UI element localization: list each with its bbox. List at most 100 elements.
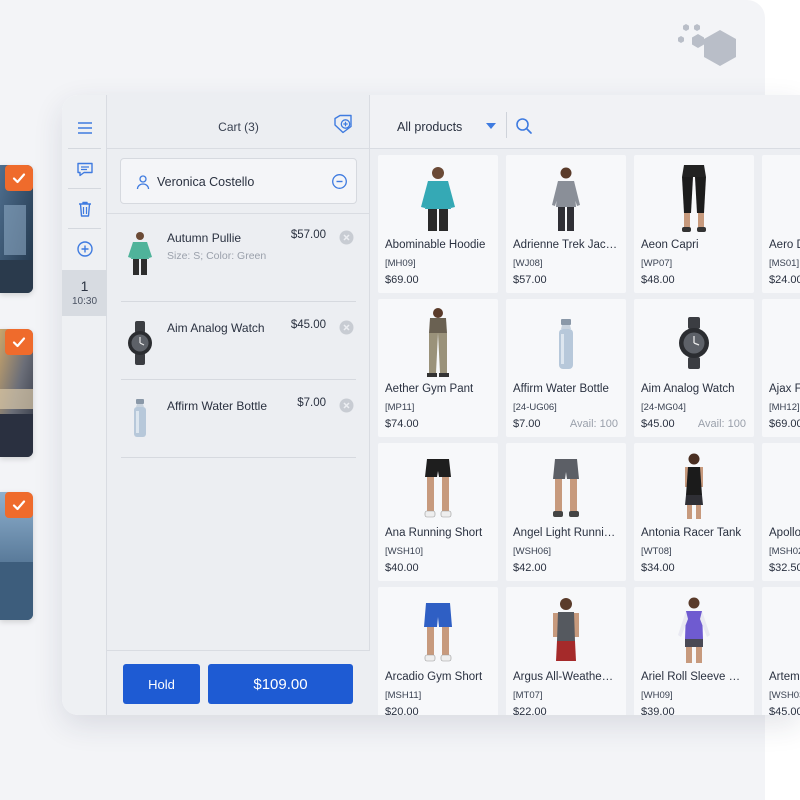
product-catalog: All products Abominable Hoodie [MH09] $6…: [370, 95, 800, 715]
photo-thumbnail[interactable]: [0, 329, 33, 457]
product-card[interactable]: Ariel Roll Sleeve … [WH09] $39.00: [634, 587, 754, 715]
chat-bubble-icon: [76, 162, 93, 177]
product-card[interactable]: Ana Running Short [WSH10] $40.00: [378, 443, 498, 581]
hamburger-menu-icon: [77, 122, 92, 134]
product-name: Arcadio Gym Short: [385, 671, 483, 683]
marketing-stage: 1 10:30 Cart (3) Veronica Costello Autum…: [0, 0, 800, 800]
product-name: Affirm Water Bottle: [513, 383, 609, 395]
checkout-total-button[interactable]: $109.00: [208, 664, 353, 704]
product-card[interactable]: Antonia Racer Tank [WT08] $34.00: [634, 443, 754, 581]
product-card[interactable]: Aeon Capri [WP07] $48.00: [634, 155, 754, 293]
product-name: Antonia Racer Tank: [641, 527, 742, 539]
cart-header: Cart (3): [107, 95, 370, 149]
product-price: $45.00: [641, 418, 675, 430]
product-price: $20.00: [385, 706, 419, 715]
cart-line-item[interactable]: Aim Analog Watch $45.00: [121, 319, 356, 365]
product-price: $74.00: [385, 418, 419, 430]
background-panel-bottom: [72, 700, 765, 800]
product-price: $48.00: [641, 274, 675, 286]
rail-divider: [68, 228, 101, 229]
product-name: Abominable Hoodie: [385, 239, 486, 251]
product-price: $45.00: [769, 706, 800, 715]
product-card[interactable]: Arcadio Gym Short [MSH11] $20.00: [378, 587, 498, 715]
product-name: Ana Running Short: [385, 527, 483, 539]
product-price: $40.00: [385, 562, 419, 574]
product-price: $22.00: [513, 706, 547, 715]
remove-item-icon[interactable]: [339, 320, 354, 335]
customer-name: Veronica Costello: [157, 175, 255, 189]
product-price: $32.50: [769, 562, 800, 574]
product-card[interactable]: Abominable Hoodie [MH09] $69.00: [378, 155, 498, 293]
cart-line-item[interactable]: Affirm Water Bottle $7.00: [121, 397, 356, 447]
product-name: Ajax F: [769, 383, 800, 395]
product-card[interactable]: Ajax F [MH12] $69.00: [762, 299, 800, 437]
left-rail: 1 10:30: [62, 95, 107, 715]
product-name: Ariel Roll Sleeve …: [641, 671, 741, 683]
product-name: Aero D: [769, 239, 800, 251]
product-price: $7.00: [513, 418, 541, 430]
product-card[interactable]: Aether Gym Pant [MP11] $74.00: [378, 299, 498, 437]
customer-selector[interactable]: Veronica Costello: [120, 158, 357, 204]
remove-customer-icon[interactable]: [331, 173, 348, 190]
pullover-product-icon: [128, 232, 152, 275]
cart-item-name: Autumn Pullie: [167, 231, 242, 245]
cart-ticket-tab[interactable]: 1 10:30: [62, 270, 107, 316]
product-name: Adrienne Trek Jac…: [513, 239, 618, 251]
discount-tag-icon[interactable]: [332, 113, 354, 135]
search-icon[interactable]: [515, 117, 533, 135]
product-sku: [MT07]: [513, 690, 543, 701]
shorts-product-icon: [424, 603, 452, 662]
product-card[interactable]: Affirm Water Bottle [24-UG06] $7.00 Avai…: [506, 299, 626, 437]
add-cart-button[interactable]: [62, 230, 107, 268]
menu-button[interactable]: [62, 109, 107, 147]
item-divider: [121, 379, 356, 380]
item-divider: [121, 301, 356, 302]
product-price: $57.00: [513, 274, 547, 286]
photo-thumbnail[interactable]: [0, 165, 33, 293]
catalog-header: All products: [370, 95, 800, 149]
product-price: $69.00: [385, 274, 419, 286]
product-sku: [WSH03]: [769, 690, 800, 701]
product-sku: [WT08]: [641, 546, 672, 557]
caret-down-icon[interactable]: [485, 122, 497, 130]
product-name: Angel Light Runni…: [513, 527, 616, 539]
product-price: $34.00: [641, 562, 675, 574]
product-availability: Avail: 100: [697, 418, 746, 430]
remove-item-icon[interactable]: [339, 398, 354, 413]
pos-app-window: 1 10:30 Cart (3) Veronica Costello Autum…: [62, 95, 800, 715]
product-sku: [MSH02]: [769, 546, 800, 557]
remove-item-icon[interactable]: [339, 230, 354, 245]
product-card[interactable]: Angel Light Runni… [WSH06] $42.00: [506, 443, 626, 581]
hold-button[interactable]: Hold: [123, 664, 200, 704]
trash-icon: [78, 201, 91, 217]
product-card[interactable]: Aim Analog Watch [24-MG04] $45.00 Avail:…: [634, 299, 754, 437]
product-card[interactable]: Argus All-Weathe… [MT07] $22.00: [506, 587, 626, 715]
note-button[interactable]: [62, 150, 107, 188]
product-name: Apollo: [769, 527, 800, 539]
product-sku: [MS01]: [769, 258, 800, 269]
product-sku: [WJ08]: [513, 258, 543, 269]
product-sku: [WSH06]: [513, 546, 552, 557]
product-sku: [24-UG06]: [513, 402, 557, 413]
photo-thumbnail[interactable]: [0, 492, 33, 620]
product-sku: [MSH11]: [385, 690, 422, 701]
selected-check-icon: [5, 329, 33, 355]
long-sleeve-product-icon: [678, 597, 710, 663]
pants-product-icon: [427, 308, 449, 377]
selected-check-icon: [5, 492, 33, 518]
product-price: $24.00: [769, 274, 800, 286]
product-name: Aeon Capri: [641, 239, 699, 251]
product-name: Aether Gym Pant: [385, 383, 474, 395]
product-price: $42.00: [513, 562, 547, 574]
selected-check-icon: [5, 165, 33, 191]
ticket-time: 10:30: [71, 296, 98, 307]
category-select[interactable]: All products: [397, 120, 462, 134]
product-card[interactable]: Apollo [MSH02] $32.50: [762, 443, 800, 581]
cart-item-price: $45.00: [290, 319, 326, 331]
cart-line-item[interactable]: Autumn Pullie Size: S; Color: Green $57.…: [121, 229, 356, 289]
product-card[interactable]: Aero D [MS01] $24.00: [762, 155, 800, 293]
rail-divider: [68, 148, 101, 149]
product-card[interactable]: Adrienne Trek Jac… [WJ08] $57.00: [506, 155, 626, 293]
product-card[interactable]: Artemi [WSH03] $45.00: [762, 587, 800, 715]
delete-cart-button[interactable]: [62, 190, 107, 228]
